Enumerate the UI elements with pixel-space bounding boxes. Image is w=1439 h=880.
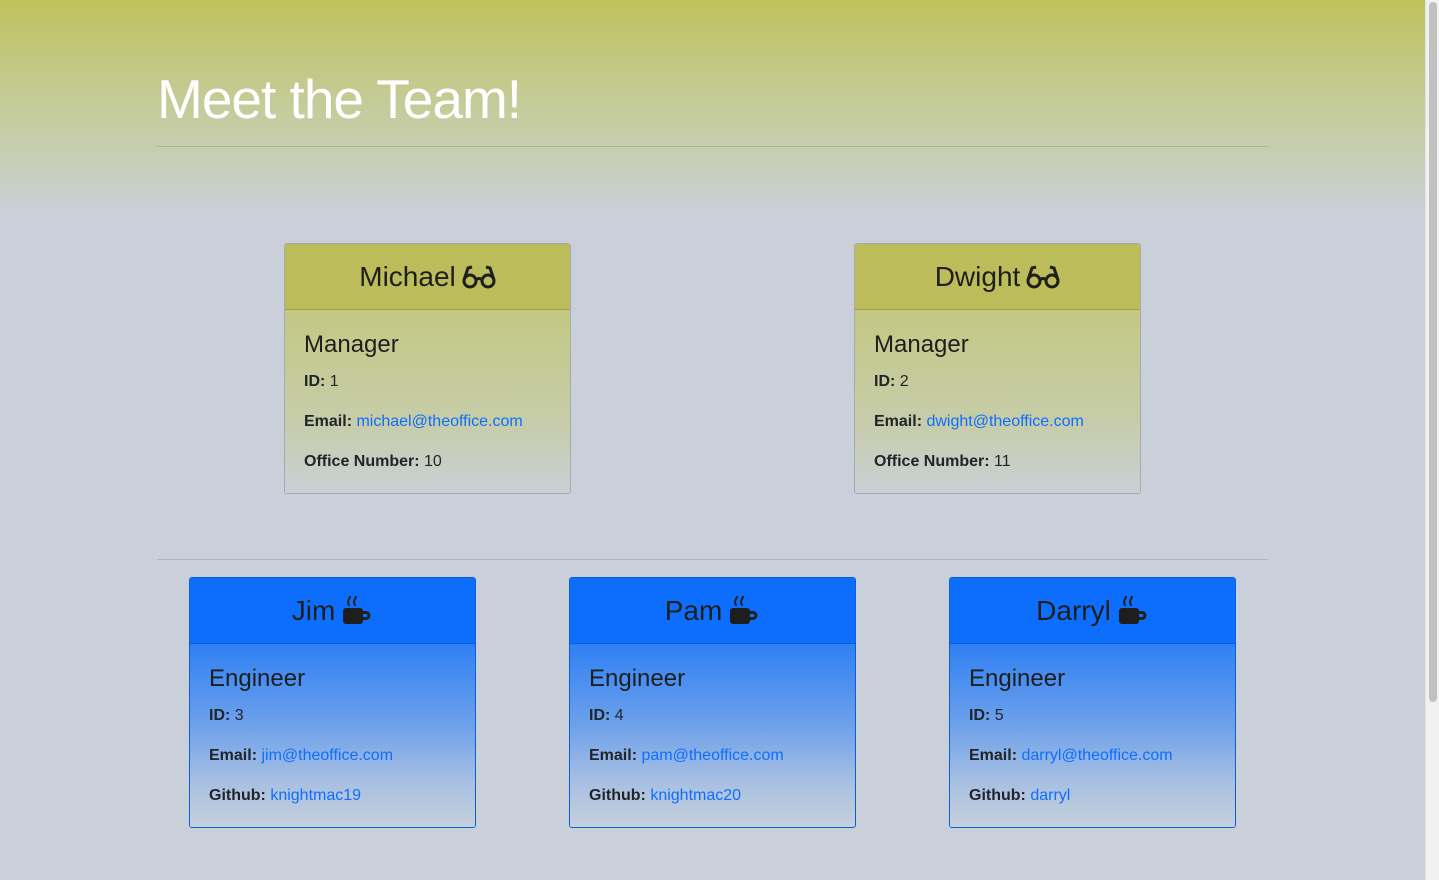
card-header: Michael	[285, 244, 570, 310]
card-body: Engineer ID: 5 Email: darryl@theoffice.c…	[950, 644, 1235, 827]
engineer-card-pam: Pam Engineer ID: 4 Email: pam@theoffice.…	[569, 577, 856, 828]
vertical-scrollbar[interactable]	[1425, 0, 1439, 880]
employee-id: ID: 2	[874, 372, 1121, 412]
office-number-label: Office Number:	[304, 453, 420, 470]
page: Meet the Team! Michael Manager ID: 1 Ema…	[0, 0, 1425, 880]
id-label: ID:	[874, 373, 896, 390]
employee-name: Michael	[359, 260, 456, 292]
employee-github: Github: knightmac19	[209, 786, 456, 826]
card-header: Pam	[570, 578, 855, 644]
id-label: ID:	[969, 707, 991, 724]
id-value: 4	[614, 707, 624, 724]
office-number-value: 11	[994, 453, 1011, 470]
employee-name: Pam	[664, 594, 723, 626]
glasses-icon	[462, 264, 496, 290]
id-value: 5	[994, 707, 1004, 724]
employee-email: Email: pam@theoffice.com	[589, 746, 836, 786]
manager-card-dwight: Dwight Manager ID: 2 Email: dwight@theof…	[854, 243, 1141, 494]
github-label: Github:	[589, 787, 646, 804]
manager-card-michael: Michael Manager ID: 1 Email: michael@the…	[284, 243, 571, 494]
mug-icon	[1117, 595, 1149, 626]
office-number-value: 10	[424, 453, 442, 470]
github-link[interactable]: knightmac19	[270, 787, 361, 804]
employee-id: ID: 3	[209, 706, 456, 746]
id-value: 1	[329, 373, 339, 390]
card-body: Manager ID: 1 Email: michael@theoffice.c…	[285, 310, 570, 493]
employee-role: Engineer	[969, 665, 1066, 692]
email-link[interactable]: michael@theoffice.com	[356, 413, 522, 430]
github-label: Github:	[969, 787, 1026, 804]
email-link[interactable]: pam@theoffice.com	[641, 747, 783, 764]
employee-email: Email: darryl@theoffice.com	[969, 746, 1216, 786]
id-label: ID:	[209, 707, 231, 724]
id-value: 2	[899, 373, 909, 390]
employee-github: Github: darryl	[969, 786, 1216, 826]
email-label: Email:	[874, 413, 923, 430]
email-label: Email:	[304, 413, 353, 430]
email-link[interactable]: jim@theoffice.com	[261, 747, 393, 764]
section-divider	[157, 559, 1268, 560]
employee-name: Dwight	[934, 260, 1021, 292]
employee-role: Engineer	[589, 665, 686, 692]
github-link[interactable]: knightmac20	[650, 787, 741, 804]
employee-role: Manager	[304, 331, 399, 358]
employee-name: Jim	[291, 594, 336, 626]
email-label: Email:	[209, 747, 258, 764]
mug-icon	[341, 595, 373, 626]
id-label: ID:	[589, 707, 611, 724]
office-number: Office Number: 10	[304, 452, 551, 492]
office-number-label: Office Number:	[874, 453, 990, 470]
card-body: Engineer ID: 3 Email: jim@theoffice.com …	[190, 644, 475, 827]
employee-github: Github: knightmac20	[589, 786, 836, 826]
card-header: Dwight	[855, 244, 1140, 310]
card-header: Jim	[190, 578, 475, 644]
github-link[interactable]: darryl	[1030, 787, 1070, 804]
employee-email: Email: dwight@theoffice.com	[874, 412, 1121, 452]
employee-role: Manager	[874, 331, 969, 358]
scrollbar-thumb[interactable]	[1429, 2, 1437, 702]
employee-id: ID: 4	[589, 706, 836, 746]
office-number: Office Number: 11	[874, 452, 1121, 492]
github-label: Github:	[209, 787, 266, 804]
employee-email: Email: jim@theoffice.com	[209, 746, 456, 786]
card-body: Engineer ID: 4 Email: pam@theoffice.com …	[570, 644, 855, 827]
engineer-card-darryl: Darryl Engineer ID: 5 Email: darryl@theo…	[949, 577, 1236, 828]
glasses-icon	[1026, 264, 1060, 290]
engineer-card-jim: Jim Engineer ID: 3 Email: jim@theoffice.…	[189, 577, 476, 828]
employee-id: ID: 1	[304, 372, 551, 412]
page-title: Meet the Team!	[157, 68, 522, 130]
card-body: Manager ID: 2 Email: dwight@theoffice.co…	[855, 310, 1140, 493]
employee-name: Darryl	[1036, 594, 1111, 626]
mug-icon	[728, 595, 760, 626]
employee-id: ID: 5	[969, 706, 1216, 746]
email-link[interactable]: darryl@theoffice.com	[1021, 747, 1172, 764]
email-label: Email:	[969, 747, 1018, 764]
title-divider	[157, 146, 1268, 147]
employee-email: Email: michael@theoffice.com	[304, 412, 551, 452]
id-value: 3	[234, 707, 244, 724]
id-label: ID:	[304, 373, 326, 390]
employee-role: Engineer	[209, 665, 306, 692]
email-label: Email:	[589, 747, 638, 764]
card-header: Darryl	[950, 578, 1235, 644]
email-link[interactable]: dwight@theoffice.com	[926, 413, 1083, 430]
